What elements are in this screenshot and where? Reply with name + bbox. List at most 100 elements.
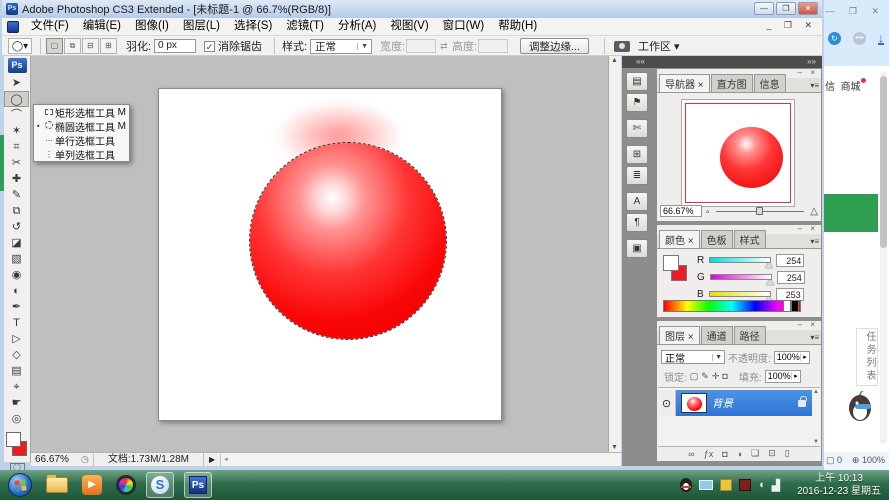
menu-view[interactable]: 视图(V) xyxy=(383,18,435,35)
selection-mode-subtract-button[interactable]: ⊟ xyxy=(82,38,99,54)
tab-histogram[interactable]: 直方图 xyxy=(711,74,753,92)
notes-tool[interactable]: ▤ xyxy=(4,363,29,379)
tray-qq-icon[interactable] xyxy=(680,478,692,492)
canvas-vertical-scrollbar[interactable]: ▲▼ xyxy=(608,56,621,452)
paragraph-panel-icon[interactable]: ¶ xyxy=(626,213,648,232)
close-button[interactable]: ✕ xyxy=(798,2,818,15)
layer-row-background[interactable]: ⊙ 背景 xyxy=(658,390,812,416)
browser-nav-links[interactable]: 信 商城 xyxy=(825,78,866,93)
taskbar-clock[interactable]: 上午 10:13 2016-12-23 星期五 xyxy=(797,472,881,498)
menu-help[interactable]: 帮助(H) xyxy=(491,18,544,35)
layer-comps-panel-icon[interactable]: ⊞ xyxy=(626,145,648,164)
type-tool[interactable]: T xyxy=(4,315,29,331)
b-slider[interactable] xyxy=(709,291,771,297)
antialias-checkbox[interactable]: ✓ xyxy=(204,41,215,52)
pen-tool[interactable]: ✒ xyxy=(4,299,29,315)
healing-brush-tool[interactable]: ✚ xyxy=(4,171,29,187)
foreground-color-swatch[interactable] xyxy=(6,432,21,447)
status-menu-arrow[interactable]: ▶ xyxy=(204,455,220,464)
lasso-tool[interactable]: ⌒ xyxy=(4,107,29,123)
eyedropper-tool[interactable]: ⌖ xyxy=(4,379,29,395)
tab-paths[interactable]: 路径 xyxy=(734,326,766,344)
tray-display-icon[interactable] xyxy=(699,480,713,490)
red-sphere-selection[interactable] xyxy=(250,143,446,339)
path-selection-tool[interactable]: ▷ xyxy=(4,331,29,347)
layer-group-icon[interactable]: ❏ xyxy=(751,448,759,459)
current-tool-icon[interactable]: ◯▾ xyxy=(8,38,32,54)
canvas-horizontal-scrollbar[interactable]: ◂ xyxy=(220,454,621,466)
r-value-field[interactable]: 254 xyxy=(776,254,804,267)
eraser-tool[interactable]: ◪ xyxy=(4,235,29,251)
zoom-out-icon[interactable]: ▵ xyxy=(706,207,710,215)
menu-layer[interactable]: 图层(L) xyxy=(176,18,227,35)
tray-input-method-icon[interactable] xyxy=(720,479,732,491)
color-panel-menu-icon[interactable]: ▾≡ xyxy=(810,237,819,246)
style-select[interactable]: 正常▼ xyxy=(310,39,372,54)
tab-swatches[interactable]: 色板 xyxy=(701,230,733,248)
menu-analysis[interactable]: 分析(A) xyxy=(331,18,383,35)
refine-edge-button[interactable]: 调整边缘... xyxy=(520,38,589,54)
fill-field[interactable]: 100%▸ xyxy=(765,370,801,383)
menu-file[interactable]: 文件(F) xyxy=(24,18,76,35)
lock-position-icon[interactable]: ✛ xyxy=(712,371,720,382)
taskbar-explorer-icon[interactable] xyxy=(46,477,68,493)
delete-layer-icon[interactable]: ▯ xyxy=(785,448,790,459)
magic-wand-tool[interactable]: ✶ xyxy=(4,123,29,139)
b-value-field[interactable]: 253 xyxy=(776,288,804,301)
collapse-right-icon[interactable]: »» xyxy=(807,56,816,68)
move-tool[interactable]: ➤ xyxy=(4,75,29,91)
selection-mode-add-button[interactable]: ⧉ xyxy=(64,38,81,54)
document-canvas[interactable] xyxy=(158,88,502,421)
document-icon[interactable] xyxy=(7,21,19,33)
taskbar-media-player-icon[interactable]: ▶ xyxy=(82,475,102,495)
tray-volume-icon[interactable]: ◖ xyxy=(758,479,765,491)
tray-network-icon[interactable]: ▟ xyxy=(772,479,780,492)
ramp-white-swatch[interactable] xyxy=(783,300,791,312)
tab-channels[interactable]: 通道 xyxy=(701,326,733,344)
history-brush-tool[interactable]: ↺ xyxy=(4,219,29,235)
brushes-panel-icon[interactable]: ▤ xyxy=(626,72,648,91)
layer-thumbnail[interactable] xyxy=(681,393,707,413)
tab-layers[interactable]: 图层 × xyxy=(659,326,700,344)
flyout-item-rect-marquee[interactable]: 矩形选框工具M xyxy=(34,105,129,119)
feather-input[interactable]: 0 px xyxy=(154,39,196,53)
g-slider[interactable] xyxy=(710,274,772,280)
lock-pixels-icon[interactable]: ✎ xyxy=(701,371,709,382)
selection-mode-new-button[interactable]: ▢ xyxy=(46,38,63,54)
minimize-button[interactable]: — xyxy=(754,2,774,15)
flyout-item-single-column-marquee[interactable]: ⋮ 单列选框工具 xyxy=(34,147,129,161)
bridge-icon[interactable] xyxy=(614,41,630,52)
tray-app-icon[interactable] xyxy=(739,479,751,491)
shape-tool[interactable]: ◇ xyxy=(4,347,29,363)
selection-mode-intersect-button[interactable]: ⊞ xyxy=(100,38,117,54)
layer-style-fx-icon[interactable]: ƒx xyxy=(704,449,714,459)
workspace-button[interactable]: 工作区 ▾ xyxy=(638,38,680,54)
new-layer-icon[interactable]: ⊡ xyxy=(768,448,776,459)
restore-button[interactable]: ❐ xyxy=(776,2,796,15)
taskbar-photoshop-button[interactable]: Ps xyxy=(184,472,212,498)
menu-filter[interactable]: 滤镜(T) xyxy=(279,18,331,35)
navigator-zoom-field[interactable]: 66.67% xyxy=(660,205,702,217)
start-button[interactable] xyxy=(8,473,32,497)
lock-transparency-icon[interactable]: ▢ xyxy=(690,371,699,382)
taskbar-sogou-browser-button[interactable]: S xyxy=(146,472,174,498)
tab-navigator[interactable]: 导航器 × xyxy=(659,74,710,92)
color-fg-swatch[interactable] xyxy=(663,255,679,271)
adjustment-layer-icon[interactable]: ◑ xyxy=(737,449,742,459)
title-bar[interactable]: Ps Adobe Photoshop CS3 Extended - [未标题-1… xyxy=(2,0,822,18)
zoom-tool[interactable]: ◎ xyxy=(4,411,29,427)
tasklist-tab[interactable]: 任务列表 xyxy=(856,328,878,386)
opacity-field[interactable]: 100%▸ xyxy=(774,351,810,364)
browser-refresh-icon[interactable]: ↻ xyxy=(828,32,841,45)
browser-window-controls[interactable]: — ❐ ✕ xyxy=(825,6,885,17)
status-zoom-field[interactable]: 66.67% xyxy=(31,454,77,465)
collapse-left-icon[interactable]: «« xyxy=(636,56,645,68)
marquee-tool[interactable]: ◯ xyxy=(4,91,29,107)
zoom-in-icon[interactable]: △ xyxy=(810,206,818,217)
character-panel-icon[interactable]: A xyxy=(626,192,648,211)
brush-tool[interactable]: ✎ xyxy=(4,187,29,203)
lock-all-icon[interactable]: ◘ xyxy=(722,371,727,381)
g-value-field[interactable]: 254 xyxy=(777,271,805,284)
r-slider[interactable] xyxy=(709,257,771,263)
flyout-item-single-row-marquee[interactable]: ⋯ 单行选框工具 xyxy=(34,133,129,147)
